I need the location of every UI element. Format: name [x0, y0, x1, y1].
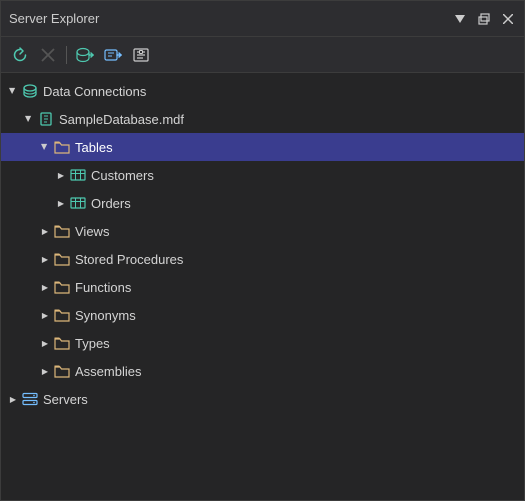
stored-procedures-item[interactable]: ▶ Stored Procedures — [1, 245, 524, 273]
views-icon — [53, 222, 71, 240]
stored-procedures-arrow: ▶ — [37, 251, 53, 267]
title-bar-left: Server Explorer — [9, 11, 99, 26]
assemblies-icon — [53, 362, 71, 380]
database-arrow: ▶ — [21, 111, 37, 127]
database-item[interactable]: ▶ SampleDatabase.mdf — [1, 105, 524, 133]
refresh-button[interactable] — [7, 42, 33, 68]
types-arrow: ▶ — [37, 335, 53, 351]
servers-label: Servers — [43, 392, 88, 407]
filter-button[interactable] — [128, 42, 154, 68]
tables-icon — [53, 138, 71, 156]
views-label: Views — [75, 224, 109, 239]
dropdown-btn[interactable] — [452, 11, 468, 27]
orders-icon — [69, 194, 87, 212]
tables-label: Tables — [75, 140, 113, 155]
functions-item[interactable]: ▶ Functions — [1, 273, 524, 301]
synonyms-icon — [53, 306, 71, 324]
stored-procedures-icon — [53, 250, 71, 268]
float-btn[interactable] — [476, 11, 492, 27]
title-bar: Server Explorer — [1, 1, 524, 37]
servers-arrow: ▶ — [5, 391, 21, 407]
synonyms-arrow: ▶ — [37, 307, 53, 323]
tree-view: ▶ Data Connections ▶ — [1, 73, 524, 500]
connect-db-button[interactable] — [72, 42, 98, 68]
types-item[interactable]: ▶ Types — [1, 329, 524, 357]
title-bar-controls — [452, 11, 516, 27]
orders-arrow: ▶ — [53, 195, 69, 211]
functions-arrow: ▶ — [37, 279, 53, 295]
data-connections-arrow: ▶ — [5, 83, 21, 99]
tables-arrow: ▶ — [37, 139, 53, 155]
data-connections-icon — [21, 82, 39, 100]
connect-server-button[interactable] — [100, 42, 126, 68]
close-btn[interactable] — [500, 11, 516, 27]
orders-label: Orders — [91, 196, 131, 211]
stored-procedures-label: Stored Procedures — [75, 252, 183, 267]
database-label: SampleDatabase.mdf — [59, 112, 184, 127]
synonyms-item[interactable]: ▶ Synonyms — [1, 301, 524, 329]
orders-item[interactable]: ▶ Orders — [1, 189, 524, 217]
stop-button[interactable] — [35, 42, 61, 68]
tables-item[interactable]: ▶ Tables — [1, 133, 524, 161]
types-label: Types — [75, 336, 110, 351]
assemblies-label: Assemblies — [75, 364, 141, 379]
window-title: Server Explorer — [9, 11, 99, 26]
servers-icon — [21, 390, 39, 408]
server-explorer-window: Server Explorer — [0, 0, 525, 501]
assemblies-item[interactable]: ▶ Assemblies — [1, 357, 524, 385]
functions-icon — [53, 278, 71, 296]
data-connections-item[interactable]: ▶ Data Connections — [1, 77, 524, 105]
toolbar — [1, 37, 524, 73]
synonyms-label: Synonyms — [75, 308, 136, 323]
customers-item[interactable]: ▶ Customers — [1, 161, 524, 189]
views-item[interactable]: ▶ Views — [1, 217, 524, 245]
database-icon — [37, 110, 55, 128]
customers-icon — [69, 166, 87, 184]
data-connections-label: Data Connections — [43, 84, 146, 99]
customers-arrow: ▶ — [53, 167, 69, 183]
functions-label: Functions — [75, 280, 131, 295]
servers-item[interactable]: ▶ Servers — [1, 385, 524, 413]
customers-label: Customers — [91, 168, 154, 183]
toolbar-sep-1 — [66, 46, 67, 64]
types-icon — [53, 334, 71, 352]
views-arrow: ▶ — [37, 223, 53, 239]
assemblies-arrow: ▶ — [37, 363, 53, 379]
